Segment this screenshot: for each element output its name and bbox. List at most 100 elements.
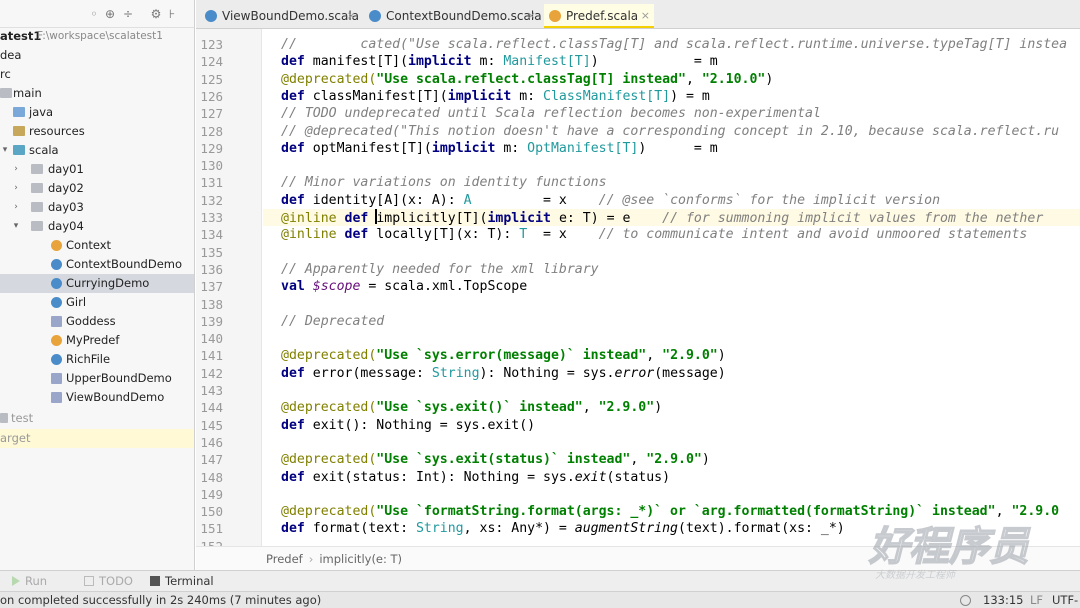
tree-item-goddess[interactable]: Goddess <box>0 312 194 331</box>
line-number: 126 <box>200 88 223 104</box>
tree-root-path: F:\workspace\scalatest1 <box>37 30 163 42</box>
tree-item-girl[interactable]: Girl <box>0 293 194 312</box>
code-line: // Deprecated <box>281 313 385 329</box>
watermark-logo: 好程序员 大数据开发工程师 <box>865 512 1080 592</box>
code-line: val $scope = scala.xml.TopScope <box>281 279 528 295</box>
tab-viewbounddemo[interactable]: ViewBoundDemo.scala × <box>200 4 360 28</box>
project-panel: ◦ ⊕ ÷ ⚙ ⊦ atest1 F:\workspace\scalatest1… <box>0 0 195 570</box>
folder-icon <box>13 107 25 117</box>
line-number: 142 <box>200 365 223 381</box>
tree-item[interactable]: rc <box>0 65 194 84</box>
tree-item-main[interactable]: main <box>0 84 194 103</box>
folder-icon <box>0 413 8 423</box>
line-number: 149 <box>200 486 223 502</box>
trait-icon <box>51 240 62 251</box>
package-icon <box>31 183 43 193</box>
line-number: 123 <box>200 37 223 52</box>
tree-item-java[interactable]: java <box>0 103 194 122</box>
class-icon <box>51 354 62 365</box>
collapse-icon[interactable]: ◦ <box>86 6 102 22</box>
tree-item-day04[interactable]: ▾ day04 <box>0 217 194 236</box>
line-number: 125 <box>200 71 223 87</box>
svg-text:好程序员: 好程序员 <box>868 524 1031 570</box>
tab-predef[interactable]: Predef.scala × <box>544 4 654 28</box>
line-separator[interactable]: LF <box>1030 592 1043 608</box>
tree-item-day03[interactable]: › day03 <box>0 198 194 217</box>
line-number: 132 <box>200 192 223 208</box>
chevron-right-icon[interactable]: › <box>11 198 21 217</box>
tree-item-target[interactable]: arget <box>0 429 194 448</box>
code-line: // Apparently needed for the xml library <box>281 261 599 277</box>
tree-root-label: atest1 <box>0 29 42 43</box>
line-number: 131 <box>200 175 223 191</box>
object-icon <box>51 278 62 289</box>
chevron-down-icon[interactable]: ▾ <box>11 217 21 236</box>
line-gutter[interactable]: 123 124 125 126 127 128 129 130 131 132 … <box>196 29 262 546</box>
close-icon[interactable]: × <box>641 4 650 28</box>
tree-item-curryingdemo[interactable]: CurryingDemo <box>0 274 194 293</box>
gear-icon[interactable]: ⚙ <box>148 6 164 22</box>
package-icon <box>31 221 43 231</box>
line-number: 147 <box>200 452 223 468</box>
tree-item-root[interactable]: atest1 F:\workspace\scalatest1 <box>0 27 194 46</box>
tree-item-contextbounddemo[interactable]: ContextBoundDemo <box>0 255 194 274</box>
code-line: def classManifest[T](implicit m: ClassMa… <box>281 88 710 104</box>
cursor-position[interactable]: 133:15 <box>983 592 1023 608</box>
split-icon[interactable]: ÷ <box>120 6 136 22</box>
chevron-right-icon[interactable]: › <box>11 160 21 179</box>
code-editor[interactable]: // cated("Use scala.reflect.classTag[T] … <box>263 29 1080 546</box>
package-icon <box>31 164 43 174</box>
tree-item-viewbounddemo[interactable]: ViewBoundDemo <box>0 388 194 407</box>
code-line: @deprecated("Use `sys.exit(status)` inst… <box>281 452 710 468</box>
chevron-right-icon[interactable]: › <box>11 179 21 198</box>
line-number: 151 <box>200 521 223 537</box>
tree-item-test[interactable]: test <box>0 409 194 428</box>
run-tool-button[interactable]: Run <box>12 574 47 589</box>
tree-item[interactable]: dea <box>0 46 194 65</box>
tree-item-context[interactable]: Context <box>0 236 194 255</box>
close-icon[interactable]: × <box>347 4 356 28</box>
todo-icon <box>84 576 94 586</box>
tree-item-day01[interactable]: › day01 <box>0 160 194 179</box>
code-line: // @deprecated("This notion doesn't have… <box>281 123 1060 139</box>
code-line: // cated("Use scala.reflect.classTag[T] … <box>281 37 1068 52</box>
line-number: 145 <box>200 417 223 433</box>
breadcrumb-method[interactable]: implicitly(e: T) <box>319 552 402 566</box>
tree-item-upperbounddemo[interactable]: UpperBoundDemo <box>0 369 194 388</box>
tab-contextbounddemo[interactable]: ContextBoundDemo.scala × <box>364 4 542 28</box>
line-number: 139 <box>200 313 223 329</box>
tree-item-richfile[interactable]: RichFile <box>0 350 194 369</box>
package-icon <box>31 202 43 212</box>
tree-item-resources[interactable]: resources <box>0 122 194 141</box>
code-line: @inline def locally[T](x: T): T = x // t… <box>281 227 1028 243</box>
resources-folder-icon <box>13 126 25 136</box>
code-line: def optManifest[T](implicit m: OptManife… <box>281 140 718 156</box>
file-encoding[interactable]: UTF- <box>1052 592 1078 608</box>
code-line: def format(text: String, xs: Any*) = aug… <box>281 521 845 537</box>
terminal-tool-button[interactable]: Terminal <box>150 574 214 589</box>
code-line: // Minor variations on identity function… <box>281 175 607 191</box>
hide-panel-icon[interactable]: ⊦ <box>164 6 180 22</box>
line-number: 138 <box>200 296 223 312</box>
chevron-right-icon: › <box>308 552 314 566</box>
line-number: 128 <box>200 123 223 139</box>
todo-tool-button[interactable]: TODO <box>84 574 133 589</box>
tree-item-mypredef[interactable]: MyPredef <box>0 331 194 350</box>
tree-item-scala[interactable]: ▾ scala <box>0 141 194 160</box>
target-icon[interactable]: ⊕ <box>102 6 118 22</box>
watermark-graphic: 好程序员 大数据开发工程师 <box>867 523 1031 581</box>
line-number: 129 <box>200 140 223 156</box>
balloon-icon[interactable] <box>960 595 971 606</box>
tree-item-day02[interactable]: › day02 <box>0 179 194 198</box>
close-icon[interactable]: × <box>527 4 536 28</box>
chevron-down-icon[interactable]: ▾ <box>0 141 10 160</box>
line-number: 137 <box>200 279 223 295</box>
line-number: 152 <box>200 538 223 546</box>
code-line: @deprecated("Use scala.reflect.classTag[… <box>281 71 774 87</box>
breadcrumb-object[interactable]: Predef <box>266 552 303 566</box>
code-line: def manifest[T](implicit m: Manifest[T])… <box>281 54 718 70</box>
line-number: 136 <box>200 261 223 277</box>
code-line: def error(message: String): Nothing = sy… <box>281 365 726 381</box>
object-icon <box>51 259 62 270</box>
status-bar: on completed successfully in 2s 240ms (7… <box>0 591 1080 608</box>
